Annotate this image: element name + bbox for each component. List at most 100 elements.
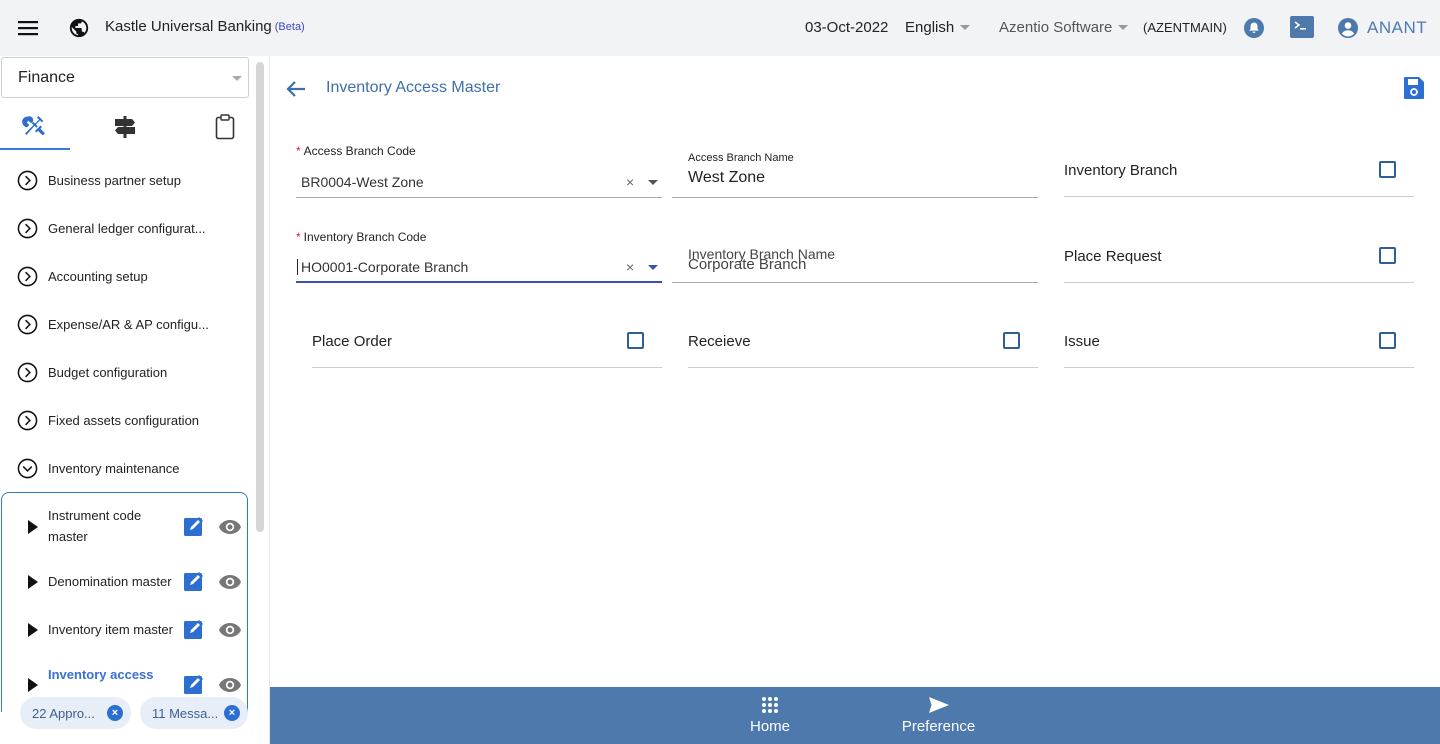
send-icon <box>928 697 949 713</box>
module-value: Finance <box>18 69 75 86</box>
submenu-item-label: Inventory access <box>48 667 154 682</box>
chip-label: 22 Appro... <box>32 705 95 721</box>
eye-icon[interactable] <box>218 574 242 590</box>
grid-icon <box>762 697 778 713</box>
language-select[interactable]: English <box>905 19 971 36</box>
edit-icon[interactable] <box>184 674 204 694</box>
eye-icon[interactable] <box>218 622 242 638</box>
inventory-branch-checkbox[interactable] <box>1379 161 1396 178</box>
submenu-item-label: Inventory item master <box>48 622 173 637</box>
hamburger-menu-icon[interactable] <box>18 18 38 38</box>
close-icon[interactable]: × <box>224 705 240 721</box>
edit-icon[interactable] <box>184 619 204 639</box>
sidebar-item-expense-ar-ap[interactable]: Expense/AR & AP configu... <box>17 312 209 336</box>
field-underline <box>688 367 1038 368</box>
save-icon[interactable] <box>1403 76 1425 100</box>
sidebar-item-label: General ledger configurat... <box>48 220 206 236</box>
inventory-branch-name-field: Inventory Branch Name Corporate Branch <box>672 244 1038 283</box>
field-underline-focused <box>296 281 662 283</box>
access-branch-name-value: West Zone <box>688 169 766 186</box>
sidebar-item-business-partner[interactable]: Business partner setup <box>17 168 181 192</box>
submenu-item-instrument-code[interactable]: Instrument code master <box>2 505 247 549</box>
edit-icon[interactable] <box>184 571 204 591</box>
back-arrow-icon[interactable] <box>285 79 307 99</box>
text-cursor <box>297 259 298 275</box>
field-label: Access Branch Name <box>688 152 794 164</box>
close-icon[interactable]: × <box>107 705 123 721</box>
chevron-down-icon <box>232 76 242 81</box>
issue-checkbox[interactable] <box>1379 332 1396 349</box>
edit-icon[interactable] <box>184 516 204 536</box>
submenu-item-denomination[interactable]: Denomination master <box>2 571 247 593</box>
submenu-item-inventory-item[interactable]: Inventory item master <box>2 619 247 641</box>
sidebar-item-budget-configuration[interactable]: Budget configuration <box>17 360 167 384</box>
sidebar: Finance Business partner setup General l… <box>0 56 270 744</box>
field-underline <box>296 197 662 198</box>
eye-icon[interactable] <box>218 519 242 535</box>
tab-clipboard[interactable] <box>190 104 260 150</box>
caret-right-icon <box>28 623 38 637</box>
access-branch-code-value: BR0004-West Zone <box>301 174 424 190</box>
sidebar-scrollbar[interactable] <box>256 62 264 532</box>
caret-right-icon <box>28 520 38 534</box>
sidebar-item-label: Business partner setup <box>48 172 181 188</box>
company-value: Azentio Software <box>999 19 1113 36</box>
messages-chip[interactable]: 11 Messa... × <box>140 697 248 729</box>
preference-label: Preference <box>901 718 976 735</box>
sidebar-item-fixed-assets[interactable]: Fixed assets configuration <box>17 408 199 432</box>
issue-label: Issue <box>1064 333 1100 350</box>
field-underline <box>312 367 662 368</box>
company-select[interactable]: Azentio Software <box>999 19 1129 36</box>
tab-tools[interactable] <box>0 104 70 150</box>
user-avatar-icon[interactable] <box>1337 17 1359 39</box>
receive-field[interactable]: Receieve <box>688 322 1038 368</box>
sidebar-item-accounting-setup[interactable]: Accounting setup <box>17 264 148 288</box>
chevron-down-icon <box>960 25 971 30</box>
sidebar-item-inventory-maintenance[interactable]: Inventory maintenance <box>17 456 180 480</box>
inventory-submenu: Instrument code master Denomination mast… <box>1 492 248 712</box>
inventory-branch-name-value: Corporate Branch <box>688 256 807 273</box>
field-underline <box>1064 196 1414 197</box>
app-title: Kastle Universal Banking (Beta) <box>105 18 305 35</box>
inventory-branch-code-field[interactable]: * Inventory Branch Code HO0001-Corporate … <box>296 230 662 283</box>
submenu-item-label: Instrument code master <box>48 508 142 544</box>
chevron-down-icon[interactable] <box>648 265 658 270</box>
receive-checkbox[interactable] <box>1003 332 1020 349</box>
home-button[interactable]: Home <box>740 687 800 744</box>
inventory-branch-field[interactable]: Inventory Branch <box>1064 152 1414 197</box>
user-name[interactable]: ANANT <box>1367 18 1427 38</box>
main-content: Inventory Access Master * Access Branch C… <box>270 56 1440 687</box>
chevron-down-icon[interactable] <box>648 180 658 185</box>
home-label: Home <box>749 718 790 735</box>
bottom-nav-bar: Home Preference <box>270 687 1440 744</box>
approvals-chip[interactable]: 22 Appro... × <box>20 697 131 729</box>
sidebar-item-label: Accounting setup <box>48 268 148 284</box>
tab-directions[interactable] <box>90 104 160 150</box>
chevron-down-icon <box>1118 25 1129 30</box>
globe-icon[interactable] <box>68 17 90 39</box>
sidebar-item-general-ledger[interactable]: General ledger configurat... <box>17 216 206 240</box>
entity-code: (AZENTMAIN) <box>1143 20 1227 35</box>
preference-button[interactable]: Preference <box>896 687 981 744</box>
place-request-field[interactable]: Place Request <box>1064 238 1414 283</box>
top-bar: Kastle Universal Banking (Beta) 03-Oct-2… <box>0 0 1440 56</box>
eye-icon[interactable] <box>218 677 242 693</box>
place-request-checkbox[interactable] <box>1379 247 1396 264</box>
module-select[interactable]: Finance <box>1 57 249 98</box>
field-label: * Access Branch Code <box>296 144 416 158</box>
sidebar-item-label: Inventory maintenance <box>48 460 180 476</box>
place-order-field[interactable]: Place Order <box>312 322 662 368</box>
sidebar-item-label: Fixed assets configuration <box>48 412 200 428</box>
issue-field[interactable]: Issue <box>1064 322 1414 368</box>
terminal-icon[interactable] <box>1290 16 1314 38</box>
clear-icon[interactable]: × <box>626 259 634 275</box>
chip-label: 11 Messa... <box>152 705 219 721</box>
clear-icon[interactable]: × <box>626 174 634 190</box>
sidebar-tabs <box>0 104 250 152</box>
bell-icon[interactable] <box>1243 17 1265 39</box>
access-branch-code-field[interactable]: * Access Branch Code BR0004-West Zone × <box>296 144 662 198</box>
chevron-right-circle-icon <box>17 170 38 190</box>
chevron-down-circle-icon <box>17 458 38 478</box>
chevron-right-circle-icon <box>17 266 38 286</box>
place-order-checkbox[interactable] <box>627 332 644 349</box>
